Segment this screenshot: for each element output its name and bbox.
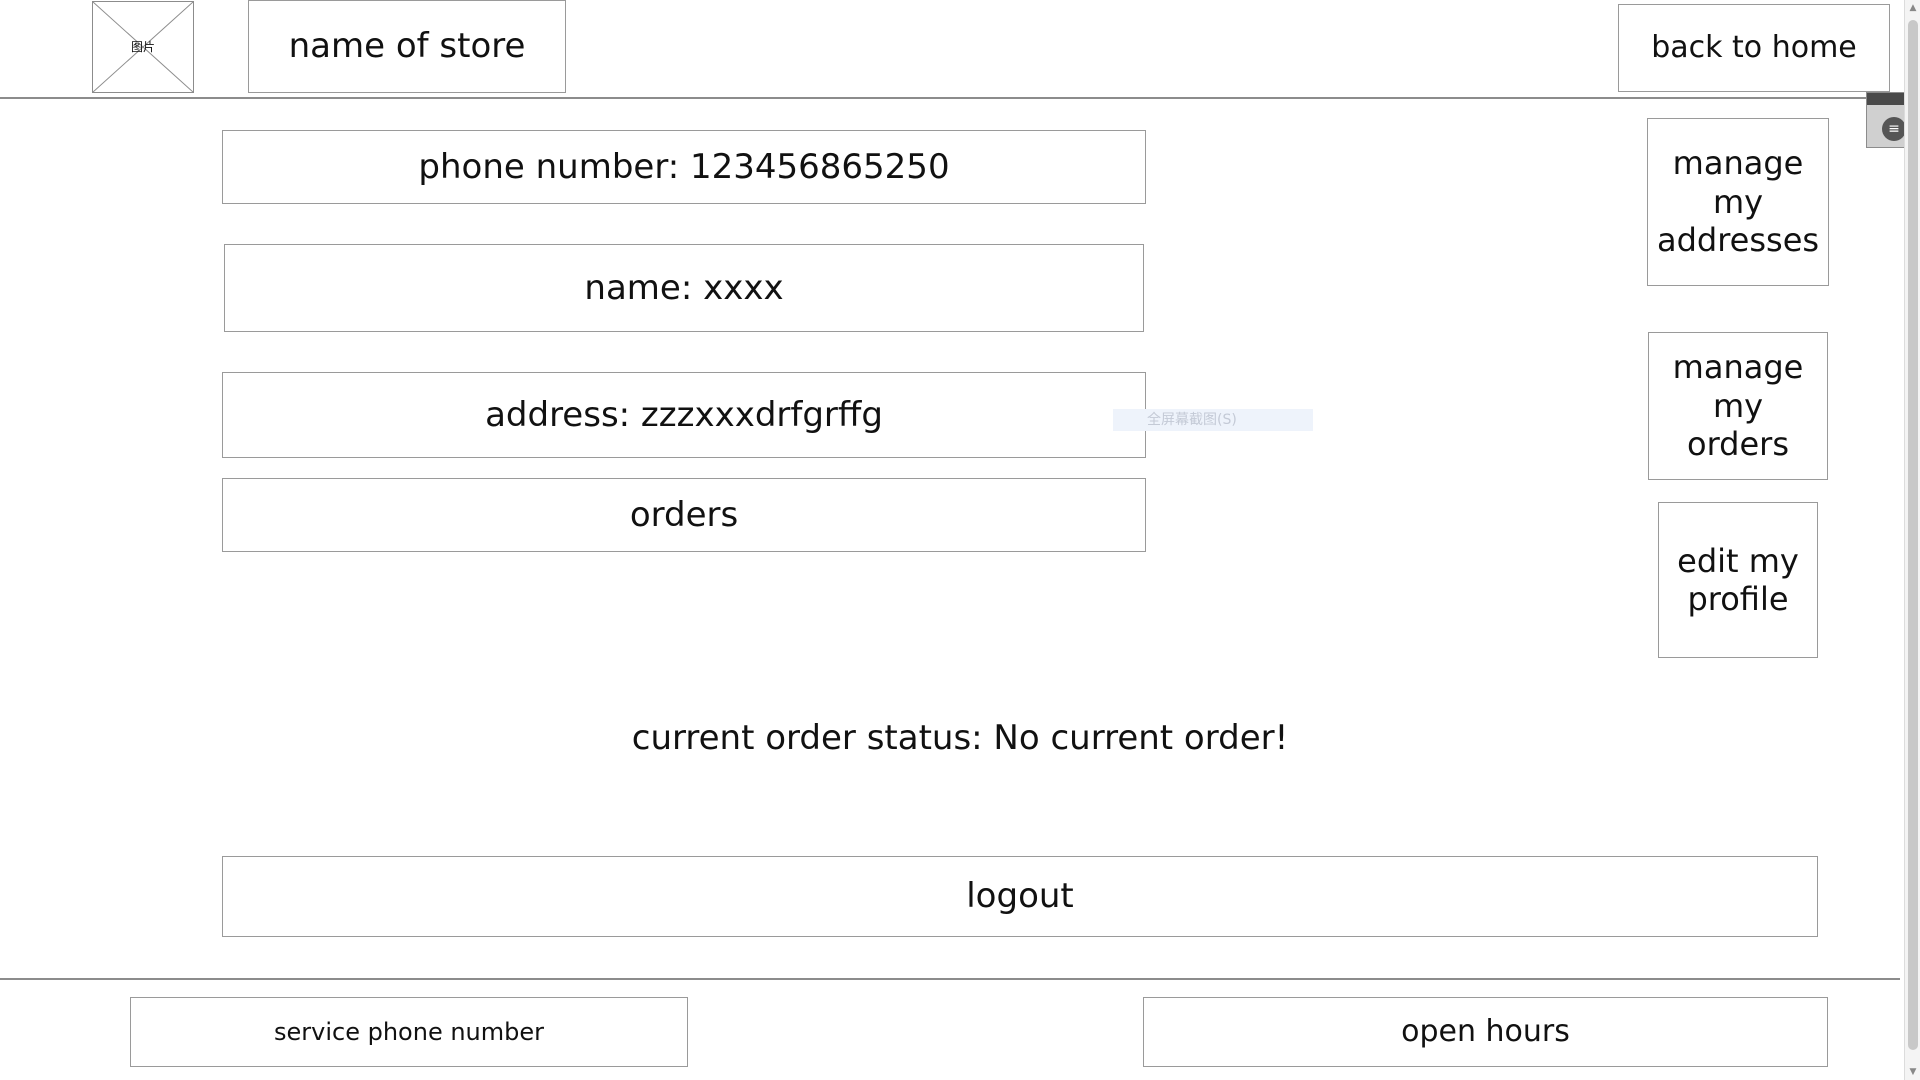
service-phone-number: service phone number: [130, 997, 688, 1067]
manage-addresses-button[interactable]: manage my addresses: [1647, 118, 1829, 286]
footer-divider: [0, 978, 1900, 980]
store-logo: 图片: [92, 1, 194, 93]
vertical-scrollbar[interactable]: ▲ ▼: [1904, 0, 1920, 1080]
current-order-status: current order status: No current order!: [631, 718, 1289, 758]
menu-icon[interactable]: ≡: [1882, 117, 1906, 141]
store-name: name of store: [248, 0, 566, 93]
screenshot-tooltip: 全屏幕截图(S): [1113, 409, 1313, 431]
logo-label: 图片: [130, 40, 155, 54]
orders-button[interactable]: orders: [222, 478, 1146, 552]
scroll-up-icon[interactable]: ▲: [1907, 2, 1919, 14]
logout-button[interactable]: logout: [222, 856, 1818, 937]
scroll-down-icon[interactable]: ▼: [1907, 1066, 1919, 1078]
profile-page: 图片 name of store back to home phone numb…: [0, 0, 1920, 1080]
name-field: name: xxxx: [224, 244, 1144, 332]
edit-profile-button[interactable]: edit my profile: [1658, 502, 1818, 658]
header-divider: [0, 97, 1900, 99]
address-field: address: zzzxxxdrfgrffg: [222, 372, 1146, 458]
open-hours: open hours: [1143, 997, 1828, 1067]
scrollbar-thumb[interactable]: [1908, 20, 1918, 1050]
phone-number-field: phone number: 123456865250: [222, 130, 1146, 204]
back-to-home-button[interactable]: back to home: [1618, 4, 1890, 92]
manage-orders-button[interactable]: manage my orders: [1648, 332, 1828, 480]
